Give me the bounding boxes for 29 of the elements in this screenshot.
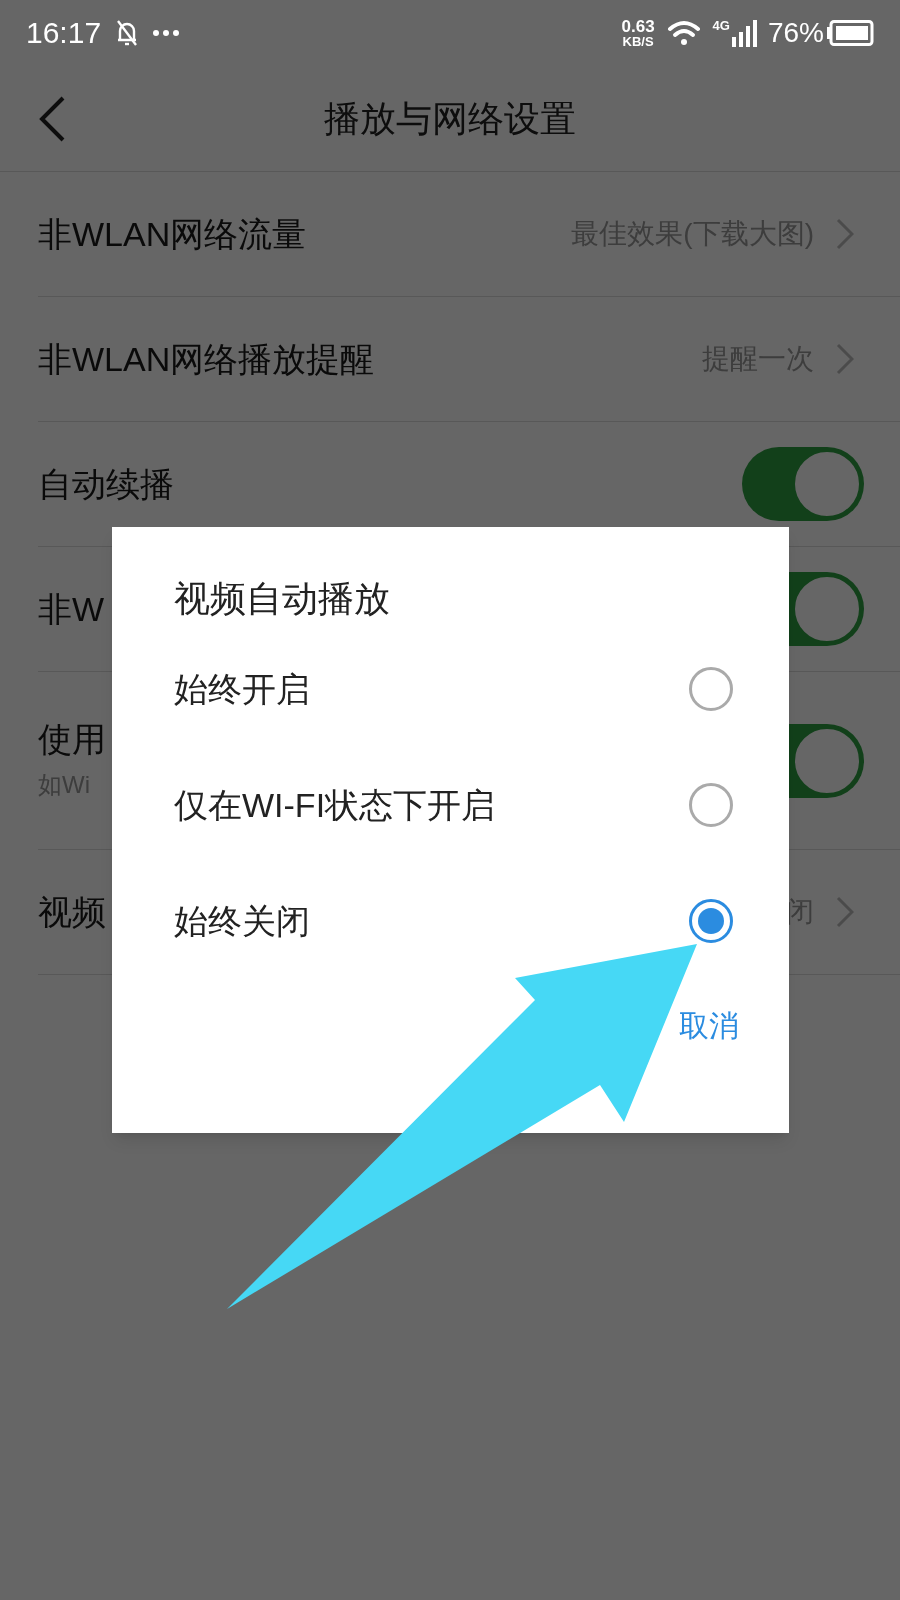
setting-label: 非W (38, 588, 105, 630)
radio-button[interactable] (689, 783, 733, 827)
radio-button[interactable] (689, 667, 733, 711)
page-title: 播放与网络设置 (324, 96, 576, 141)
chevron-icon (836, 218, 854, 250)
battery-icon (826, 20, 874, 46)
back-button[interactable] (38, 96, 66, 142)
option-label: 始终开启 (174, 668, 310, 710)
option-label: 仅在WI-FI状态下开启 (174, 784, 496, 826)
chevron-icon (836, 343, 854, 375)
muted-bell-icon (115, 18, 140, 48)
chevron-icon (836, 896, 854, 928)
speed-unit: KB/S (622, 35, 654, 48)
cancel-button[interactable]: 取消 (679, 1003, 739, 1048)
wifi-icon (666, 19, 701, 47)
option-label: 始终关闭 (174, 900, 310, 942)
signal-icon (731, 19, 758, 47)
setting-label: 非WLAN网络播放提醒 (38, 338, 375, 380)
dialog-title: 视频自动播放 (174, 577, 391, 621)
setting-label: 自动续播 (38, 463, 174, 505)
battery-percent: 76% (767, 19, 824, 47)
network-speed: 0.63 (621, 18, 655, 35)
more-icon (153, 30, 180, 36)
setting-label: 视频 (38, 891, 106, 933)
clock-time: 16:17 (26, 18, 102, 48)
setting-label: 使用 (38, 719, 106, 761)
radio-button[interactable] (689, 899, 733, 943)
network-type: 4G (712, 17, 730, 35)
setting-label: 非WLAN网络流量 (38, 213, 307, 255)
